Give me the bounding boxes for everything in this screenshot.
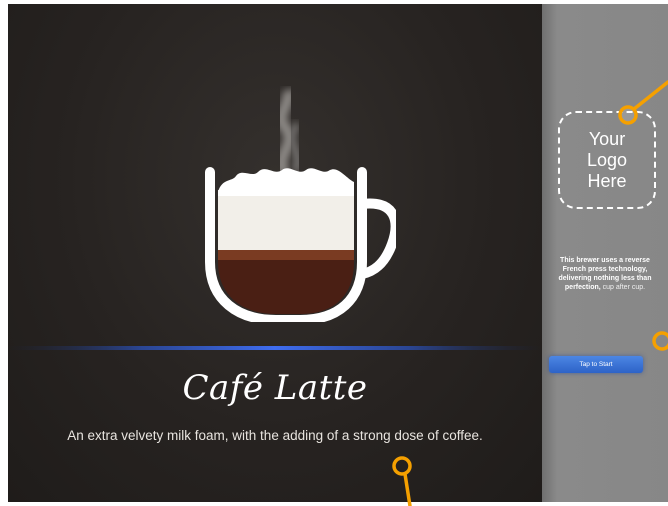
brewer-info-light: cup after cup. — [602, 284, 646, 291]
brewer-info: This brewer uses a reverse French press … — [552, 256, 658, 292]
divider-glow — [8, 346, 542, 350]
logo-line-2: Logo — [586, 149, 628, 170]
logo-line-1: Your — [588, 128, 626, 149]
latte-cup-icon — [205, 167, 396, 322]
product-description: An extra velvety milk foam, with the add… — [67, 428, 483, 443]
logo-line-3: Here — [587, 170, 627, 191]
logo-placeholder: Your Logo Here — [558, 111, 656, 209]
product-title: Café Latte — [182, 368, 368, 408]
tap-to-start-button[interactable]: Tap to Start — [549, 356, 643, 373]
sidebar — [542, 4, 668, 502]
main-screen: Café Latte An extra velvety milk foam, w… — [8, 4, 542, 502]
